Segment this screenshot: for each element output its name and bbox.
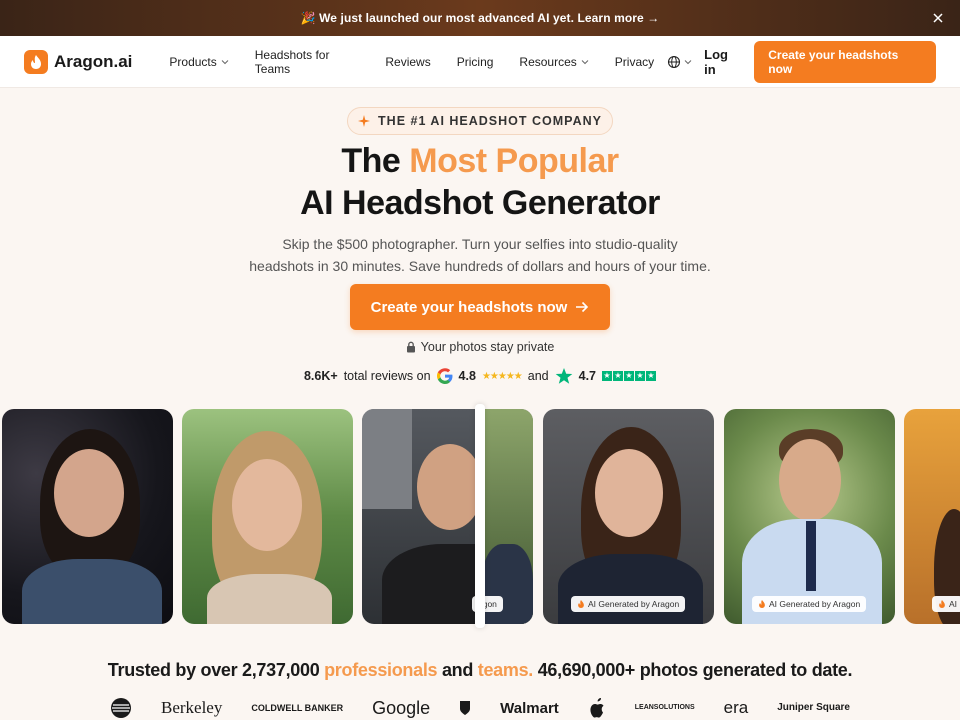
nav-item-headshots-for-teams[interactable]: Headshots for Teams [242,48,373,76]
banner-text[interactable]: 🎉 We just launched our most advanced AI … [301,11,660,25]
nav-item-label: Headshots for Teams [254,47,330,76]
google-icon[interactable] [436,368,453,384]
hero-create-headshots-button[interactable]: Create your headshots now [350,284,610,330]
comparison-slider-handle[interactable] [475,404,485,628]
google-stars-icon: ★★★★★ [481,370,523,382]
language-selector[interactable] [667,55,692,69]
chevron-down-icon [581,59,589,64]
trusted-and: and [437,660,478,680]
logo-era: era [723,698,749,717]
reviews-summary: 8.6K+ total reviews on 4.8 ★★★★★ and 4.7… [0,366,960,386]
nav-create-headshots-button[interactable]: Create your headshots now [754,40,936,83]
announcement-banner[interactable]: 🎉 We just launched our most advanced AI … [0,0,960,36]
google-rating: 4.8 [458,369,476,383]
hero-title-line1: The Most Popular [0,142,960,181]
nav-item-label: Privacy [614,54,655,69]
hero-title-pre: The [341,142,410,180]
trusted-pre: Trusted by over 2,737,000 [107,660,325,680]
hero-badge-text: THE #1 AI HEADSHOT COMPANY [378,114,602,128]
brand-name: Aragon.ai [54,51,133,71]
nav-item-label: Products [169,54,217,69]
ai-tag-text: AI [949,599,958,609]
nav-item-resources[interactable]: Resources [506,55,601,69]
flame-icon [759,600,765,608]
flame-icon [939,600,945,608]
photo-ai-1: AI Generated by Aragon [543,409,714,624]
privacy-note: Your photos stay private [0,340,960,354]
trustpilot-rating: 4.7 [578,369,597,383]
att-logo-icon [111,698,131,718]
review-count: 8.6K+ [303,369,338,383]
trustpilot-icon[interactable] [555,367,573,385]
hero-badge: THE #1 AI HEADSHOT COMPANY [347,107,613,135]
logo-berkeley: Berkeley [160,698,223,717]
trustpilot-stars-icon: ★ ★ ★ ★ ★ [602,371,657,381]
hero-title-line2: AI Headshot Generator [300,184,660,222]
logo-leansolutions: LEANSOLUTIONS [634,704,695,711]
nav-item-pricing[interactable]: Pricing [444,55,507,69]
close-icon[interactable] [930,10,946,26]
trusted-post: 46,690,000+ photos generated to date. [533,660,853,680]
chevron-down-icon [684,59,692,64]
hero-subtitle: Skip the $500 photographer. Turn your se… [0,233,960,277]
logo-coldwell-banker: COLDWELL BANKER [251,703,344,713]
nav-item-reviews[interactable]: Reviews [372,55,443,69]
ai-tag-text: AI Generated by Aragon [769,599,861,609]
ai-generated-tag: AI Generated by Aragon [571,596,686,612]
ai-generated-tag: AI Generated by Aragon [752,596,867,612]
shield-logo-icon [460,701,471,715]
hero-title-accent: Most Popular [409,142,619,180]
arrow-right-icon [576,301,589,313]
globe-icon [668,55,681,68]
hero-cta-label: Create your headshots now [370,298,568,316]
chevron-down-icon [221,59,229,64]
flame-icon [24,49,48,74]
login-link[interactable]: Log in [704,47,742,77]
photo-before-1 [2,409,173,624]
customer-logos: Berkeley COLDWELL BANKER Google Walmart … [110,696,850,720]
nav-item-label: Resources [519,54,577,69]
nav-item-label: Reviews [385,54,431,69]
trusted-professionals: professionals [324,660,438,680]
ai-tag-text: AI Generated by Aragon [588,599,680,609]
logo-juniper-square: Juniper Square [777,702,850,713]
nav-item-label: Pricing [456,54,494,69]
photo-ai-3: AI [904,409,960,624]
nav-item-privacy[interactable]: Privacy [602,55,667,69]
sparkle-icon [358,115,371,127]
privacy-note-text: Your photos stay private [420,340,555,354]
brand-logo[interactable]: Aragon.ai [24,49,133,74]
navbar: Aragon.ai Products Headshots for Teams R… [0,36,960,88]
nav-item-products[interactable]: Products [156,55,241,69]
trusted-by-text: Trusted by over 2,737,000 professionals … [0,660,960,681]
photo-comparison: agon [362,409,533,624]
photo-ai-2: AI Generated by Aragon [724,409,895,624]
photo-before-2 [182,409,353,624]
hero-subtitle-line2: headshots in 30 minutes. Save hundreds o… [249,258,711,274]
trusted-teams: teams. [477,660,534,680]
flame-icon [578,600,584,608]
reviews-and: and [527,369,549,383]
logo-google: Google [372,697,431,718]
nav-right: Log in Create your headshots now [667,40,936,83]
hero-subtitle-line1: Skip the $500 photographer. Turn your se… [282,236,678,252]
lock-icon [406,341,415,353]
nav-menu: Products Headshots for Teams Reviews Pri… [156,48,667,76]
review-label: total reviews on [343,369,431,383]
logo-walmart: Walmart [500,699,559,717]
ai-generated-tag: AI [932,596,960,612]
apple-logo-icon [590,698,604,718]
